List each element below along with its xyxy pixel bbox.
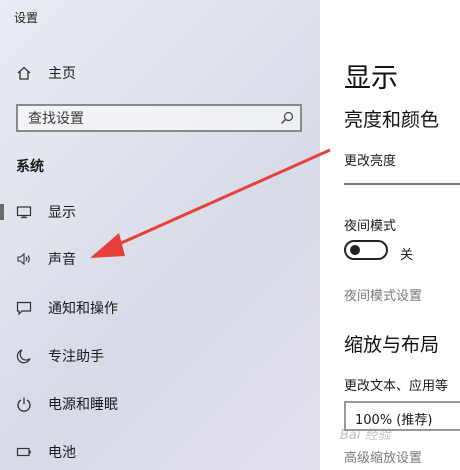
power-icon (17, 397, 31, 412)
app-title: 设置 (14, 11, 39, 25)
main-content: 显示 亮度和颜色 更改亮度 夜间模式 关 夜间模式设置 缩放与布局 更改文本、应… (320, 0, 460, 470)
search-input[interactable] (26, 108, 270, 130)
brightness-section-title: 亮度和颜色 (344, 109, 440, 131)
scale-section-title: 缩放与布局 (344, 334, 440, 356)
scale-label: 更改文本、应用等 (344, 379, 449, 394)
sidebar-item-sound[interactable]: 声音 (0, 243, 320, 275)
speaker-icon (17, 252, 30, 266)
toggle-knob (350, 245, 360, 255)
battery-icon (16, 447, 31, 457)
sidebar-item-battery[interactable]: 电池 (0, 436, 320, 468)
sidebar-item-label: 专注助手 (48, 349, 104, 365)
night-mode-label: 夜间模式 (344, 219, 397, 234)
moon-icon (16, 349, 31, 364)
sidebar-item-label: 电源和睡眠 (48, 397, 118, 413)
watermark: Bai 经验 (340, 428, 391, 443)
sidebar-item-notifications[interactable]: 通知和操作 (0, 292, 320, 324)
search-box[interactable] (16, 104, 302, 132)
brightness-label: 更改亮度 (344, 154, 397, 169)
sidebar-item-label: 电池 (48, 445, 76, 461)
night-mode-state: 关 (400, 248, 414, 263)
search-icon[interactable] (280, 111, 294, 125)
sidebar-item-home[interactable]: 主页 (0, 57, 320, 89)
advanced-scale-link[interactable]: 高级缩放设置 (344, 447, 422, 466)
sidebar-item-focus-assist[interactable]: 专注助手 (0, 340, 320, 372)
selected-indicator (0, 204, 4, 220)
home-icon (17, 66, 31, 80)
night-mode-settings-link[interactable]: 夜间模式设置 (344, 285, 422, 304)
sidebar-item-power[interactable]: 电源和睡眠 (0, 388, 320, 420)
notification-icon (16, 301, 32, 316)
sidebar-home-label: 主页 (48, 66, 76, 82)
sidebar-item-label: 显示 (48, 205, 76, 221)
brightness-slider[interactable] (344, 183, 460, 185)
sidebar: 设置 主页 系统 显示 声音 通知和操 (0, 0, 320, 470)
page-title: 显示 (344, 63, 398, 94)
sidebar-item-label: 通知和操作 (48, 301, 118, 317)
sidebar-item-display[interactable]: 显示 (0, 196, 320, 228)
sidebar-item-label: 声音 (48, 252, 76, 268)
night-mode-toggle[interactable] (344, 240, 388, 260)
section-label-system: 系统 (16, 159, 44, 175)
monitor-icon (16, 206, 32, 219)
